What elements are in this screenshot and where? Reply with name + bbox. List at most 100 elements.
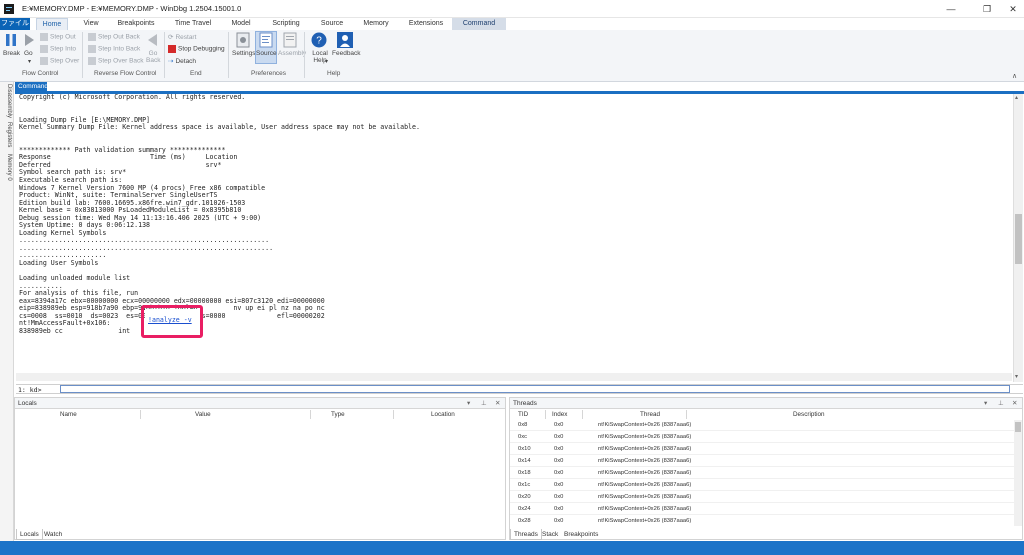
ribbon-collapse-icon[interactable]: ∧: [1012, 72, 1017, 80]
output-vertical-scrollbar[interactable]: ▴ ▾: [1013, 94, 1023, 382]
threads-close-icon[interactable]: ✕: [1012, 399, 1017, 407]
column-divider: [393, 410, 394, 419]
tab-source[interactable]: Source: [316, 18, 348, 30]
tab-command[interactable]: Command: [452, 18, 506, 30]
break-button[interactable]: Break: [3, 50, 20, 57]
threads-dropdown-icon[interactable]: ▾: [984, 399, 987, 407]
thread-cell-tid: 0x28: [518, 518, 531, 524]
column-divider: [686, 410, 687, 419]
thread-row[interactable]: 0x18 0x0 nt!KiSwapContext+0x26 (8387aaa6): [510, 468, 1014, 479]
scroll-up-icon[interactable]: ▴: [1015, 94, 1018, 101]
threads-column-index[interactable]: Index: [552, 410, 567, 419]
output-horizontal-scrollbar[interactable]: [16, 373, 1012, 381]
thread-cell-thread: nt!KiSwapContext+0x26 (8387aaa6): [598, 446, 692, 452]
tab-scripting[interactable]: Scripting: [266, 18, 306, 30]
detach-button[interactable]: Detach: [175, 58, 196, 65]
minimize-button[interactable]: —: [944, 2, 958, 16]
threads-scroll-thumb[interactable]: [1015, 422, 1021, 432]
thread-row[interactable]: 0x20 0x0 nt!KiSwapContext+0x26 (8387aaa6): [510, 492, 1014, 503]
step-into-back-button[interactable]: Step Into Back: [98, 46, 140, 53]
tab-breakpoints-panel[interactable]: Breakpoints: [561, 529, 601, 540]
thread-cell-tid: 0x18: [518, 470, 531, 476]
thread-cell-thread: nt!KiSwapContext+0x26 (8387aaa6): [598, 506, 692, 512]
threads-pin-icon[interactable]: ⊥: [998, 399, 1004, 407]
threads-column-tid[interactable]: TID: [518, 410, 528, 419]
threads-scrollbar[interactable]: [1014, 420, 1022, 526]
tab-watch[interactable]: Watch: [41, 529, 65, 540]
tab-file[interactable]: ファイル: [0, 18, 30, 30]
step-over-button[interactable]: Step Over: [50, 58, 79, 65]
threads-column-thread[interactable]: Thread: [640, 410, 660, 419]
settings-button[interactable]: Settings: [232, 50, 256, 57]
group-separator: [304, 32, 305, 78]
threads-table-body: 0x8 0x0 nt!KiSwapContext+0x26 (8387aaa6) 0x…: [510, 420, 1014, 526]
thread-cell-tid: 0x14: [518, 458, 531, 464]
locals-dropdown-icon[interactable]: ▾: [467, 399, 470, 407]
go-back-icon: [148, 34, 157, 46]
feedback-icon: [337, 32, 353, 48]
restart-button[interactable]: Restart: [175, 34, 196, 41]
assembly-button[interactable]: Assembly: [278, 50, 306, 57]
locals-bottom-tabs: Locals Watch: [14, 529, 506, 540]
command-input[interactable]: [60, 385, 1010, 393]
side-tab-disassembly[interactable]: Disassembly: [2, 84, 12, 118]
thread-row[interactable]: 0x8 0x0 nt!KiSwapContext+0x26 (8387aaa6): [510, 420, 1014, 431]
close-button[interactable]: ✕: [1006, 2, 1020, 16]
thread-cell-thread: nt!KiSwapContext+0x26 (8387aaa6): [598, 422, 692, 428]
stop-debugging-button[interactable]: Stop Debugging: [178, 46, 225, 53]
go-dropdown-icon[interactable]: ▾: [28, 58, 31, 65]
side-tab-memory[interactable]: Memory 0: [2, 154, 12, 181]
group-separator: [164, 32, 165, 78]
go-button[interactable]: Go: [24, 50, 33, 57]
tab-locals[interactable]: Locals: [16, 529, 43, 540]
thread-cell-index: 0x0: [554, 506, 564, 512]
tab-home[interactable]: Home: [36, 18, 68, 30]
step-out-back-button[interactable]: Step Out Back: [98, 34, 140, 41]
command-output[interactable]: Copyright (c) Microsoft Corporation. All…: [16, 94, 1012, 382]
locals-close-icon[interactable]: ✕: [495, 399, 500, 407]
step-over-back-icon: [88, 57, 96, 65]
thread-cell-index: 0x0: [554, 434, 564, 440]
locals-panel: Locals ▾ ⊥ ✕ Name Value Type Location: [14, 397, 506, 540]
go-back-button[interactable]: Go Back: [146, 50, 160, 64]
locals-column-value[interactable]: Value: [195, 410, 211, 419]
threads-column-description[interactable]: Description: [793, 410, 825, 419]
thread-row[interactable]: 0x1c 0x0 nt!KiSwapContext+0x26 (8387aaa6): [510, 480, 1014, 491]
tab-memory[interactable]: Memory: [358, 18, 394, 30]
maximize-button[interactable]: ❐: [980, 2, 994, 16]
locals-pin-icon[interactable]: ⊥: [481, 399, 487, 407]
step-out-button[interactable]: Step Out: [50, 34, 76, 41]
thread-cell-index: 0x0: [554, 470, 564, 476]
step-over-back-button[interactable]: Step Over Back: [98, 58, 144, 65]
tab-breakpoints[interactable]: Breakpoints: [114, 18, 158, 30]
tab-model[interactable]: Model: [226, 18, 256, 30]
command-window-tab[interactable]: Command: [15, 82, 48, 91]
restart-icon: ⟳: [168, 34, 174, 41]
scroll-down-icon[interactable]: ▾: [1015, 373, 1018, 380]
locals-column-location[interactable]: Location: [431, 410, 455, 419]
go-icon: [25, 34, 34, 46]
feedback-button[interactable]: Feedback: [332, 50, 361, 57]
locals-column-name[interactable]: Name: [60, 410, 77, 419]
source-button[interactable]: Source: [256, 50, 277, 57]
pause-icon: [6, 34, 16, 46]
thread-row[interactable]: 0x10 0x0 nt!KiSwapContext+0x26 (8387aaa6): [510, 444, 1014, 455]
local-help-dropdown-icon[interactable]: ▾: [325, 58, 328, 65]
thread-row[interactable]: 0x14 0x0 nt!KiSwapContext+0x26 (8387aaa6): [510, 456, 1014, 467]
thread-row[interactable]: 0x28 0x0 nt!KiSwapContext+0x26 (8387aaa6): [510, 516, 1014, 526]
tab-extensions[interactable]: Extensions: [404, 18, 448, 30]
output-scroll-thumb[interactable]: [1015, 214, 1022, 264]
thread-cell-thread: nt!KiSwapContext+0x26 (8387aaa6): [598, 518, 692, 524]
tab-threads[interactable]: Threads: [510, 529, 542, 540]
thread-cell-thread: nt!KiSwapContext+0x26 (8387aaa6): [598, 482, 692, 488]
tab-view[interactable]: View: [78, 18, 104, 30]
tab-time-travel[interactable]: Time Travel: [170, 18, 216, 30]
thread-row[interactable]: 0x24 0x0 nt!KiSwapContext+0x26 (8387aaa6): [510, 504, 1014, 515]
command-output-text: Copyright (c) Microsoft Corporation. All…: [16, 94, 1012, 336]
step-into-button[interactable]: Step Into: [50, 46, 76, 53]
locals-column-type[interactable]: Type: [331, 410, 345, 419]
side-tab-registers[interactable]: Registers: [2, 122, 12, 147]
thread-row[interactable]: 0xc 0x0 nt!KiSwapContext+0x26 (8387aaa6): [510, 432, 1014, 443]
locals-panel-header: Locals: [15, 398, 505, 409]
tab-stack[interactable]: Stack: [539, 529, 561, 540]
